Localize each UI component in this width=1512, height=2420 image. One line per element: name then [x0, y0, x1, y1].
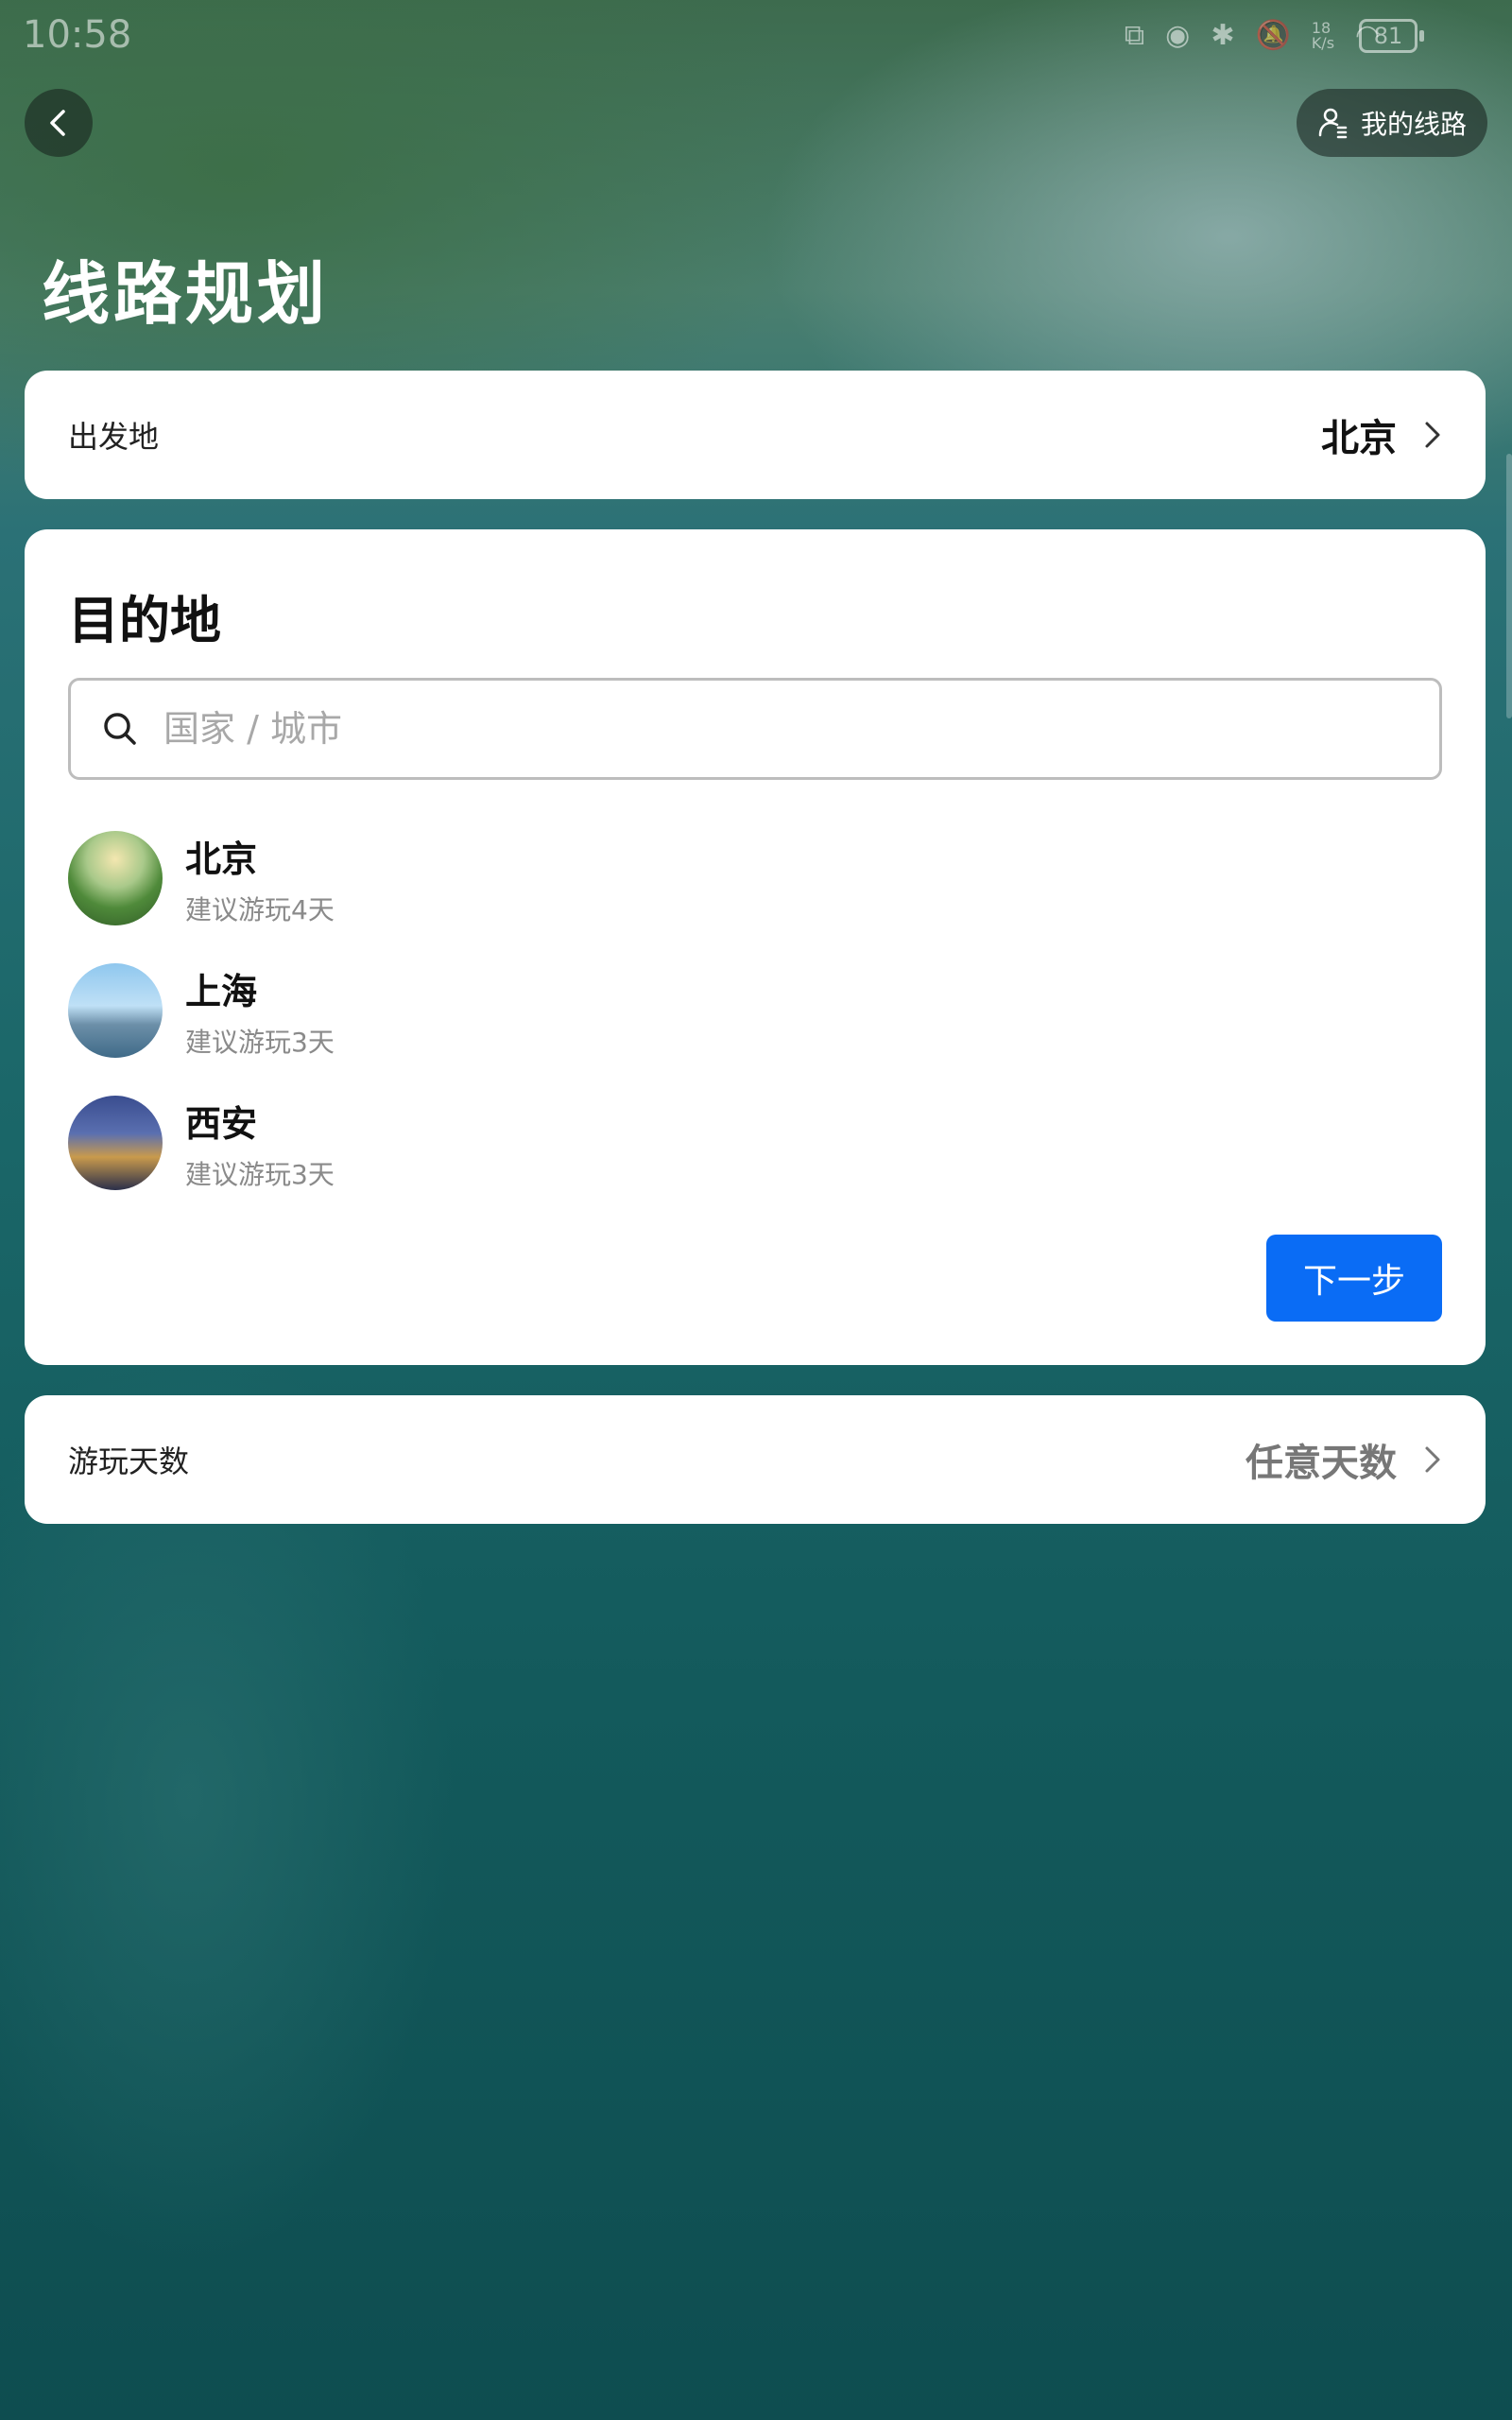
- status-bar: 10:58 ⧉ ◉ ✱ 🔕 18 K/s ◠ 81: [0, 0, 1512, 76]
- destination-card: 目的地 北京 建议游玩4天 上海 建议游玩3天 西安 建议游玩3: [25, 529, 1486, 1365]
- destination-search-input[interactable]: [162, 707, 1347, 751]
- play-days-label: 游玩天数: [68, 1443, 190, 1479]
- eye-icon: ◉: [1165, 19, 1191, 52]
- my-routes-label: 我的线路: [1360, 109, 1467, 140]
- city-item-beijing[interactable]: 北京 建议游玩4天: [68, 812, 1442, 944]
- chevron-left-icon: [50, 110, 65, 136]
- city-thumbnail-xian: [68, 1096, 163, 1190]
- mute-icon: 🔕: [1255, 19, 1291, 52]
- chevron-right-icon: [1425, 422, 1440, 448]
- scrollbar[interactable]: [1506, 454, 1512, 718]
- page-title: 线路规划: [42, 254, 330, 334]
- city-suggestion: 建议游玩3天: [185, 1158, 335, 1190]
- status-time: 10:58: [23, 13, 132, 57]
- user-route-icon: [1318, 108, 1348, 139]
- city-list: 北京 建议游玩4天 上海 建议游玩3天 西安 建议游玩3天: [68, 812, 1442, 1209]
- origin-value: 北京: [1321, 417, 1397, 460]
- search-icon: [104, 713, 136, 745]
- city-item-shanghai[interactable]: 上海 建议游玩3天: [68, 944, 1442, 1077]
- city-name: 上海: [185, 970, 258, 1012]
- back-button[interactable]: [25, 89, 93, 157]
- next-step-button[interactable]: 下一步: [1266, 1235, 1442, 1322]
- play-days-value: 任意天数: [1246, 1442, 1397, 1485]
- origin-row[interactable]: 出发地 北京: [25, 371, 1486, 499]
- my-routes-button[interactable]: 我的线路: [1296, 89, 1487, 157]
- city-name: 北京: [185, 838, 258, 880]
- destination-search-box[interactable]: [68, 678, 1442, 780]
- cast-icon: ⧉: [1124, 19, 1145, 52]
- origin-label: 出发地: [68, 419, 160, 455]
- bluetooth-icon: ✱: [1211, 19, 1235, 52]
- destination-title: 目的地: [68, 591, 221, 650]
- city-suggestion: 建议游玩4天: [185, 893, 335, 925]
- play-days-row[interactable]: 游玩天数 任意天数: [25, 1395, 1486, 1524]
- city-item-xian[interactable]: 西安 建议游玩3天: [68, 1077, 1442, 1209]
- city-suggestion: 建议游玩3天: [185, 1026, 335, 1058]
- city-name: 西安: [185, 1102, 258, 1145]
- city-thumbnail-shanghai: [68, 963, 163, 1058]
- status-icons: ⧉ ◉ ✱ 🔕 18 K/s ◠: [1125, 19, 1380, 52]
- net-speed: 18 K/s: [1311, 18, 1335, 52]
- battery-indicator: 81: [1359, 19, 1424, 53]
- city-thumbnail-beijing: [68, 831, 163, 925]
- chevron-right-icon: [1425, 1446, 1440, 1473]
